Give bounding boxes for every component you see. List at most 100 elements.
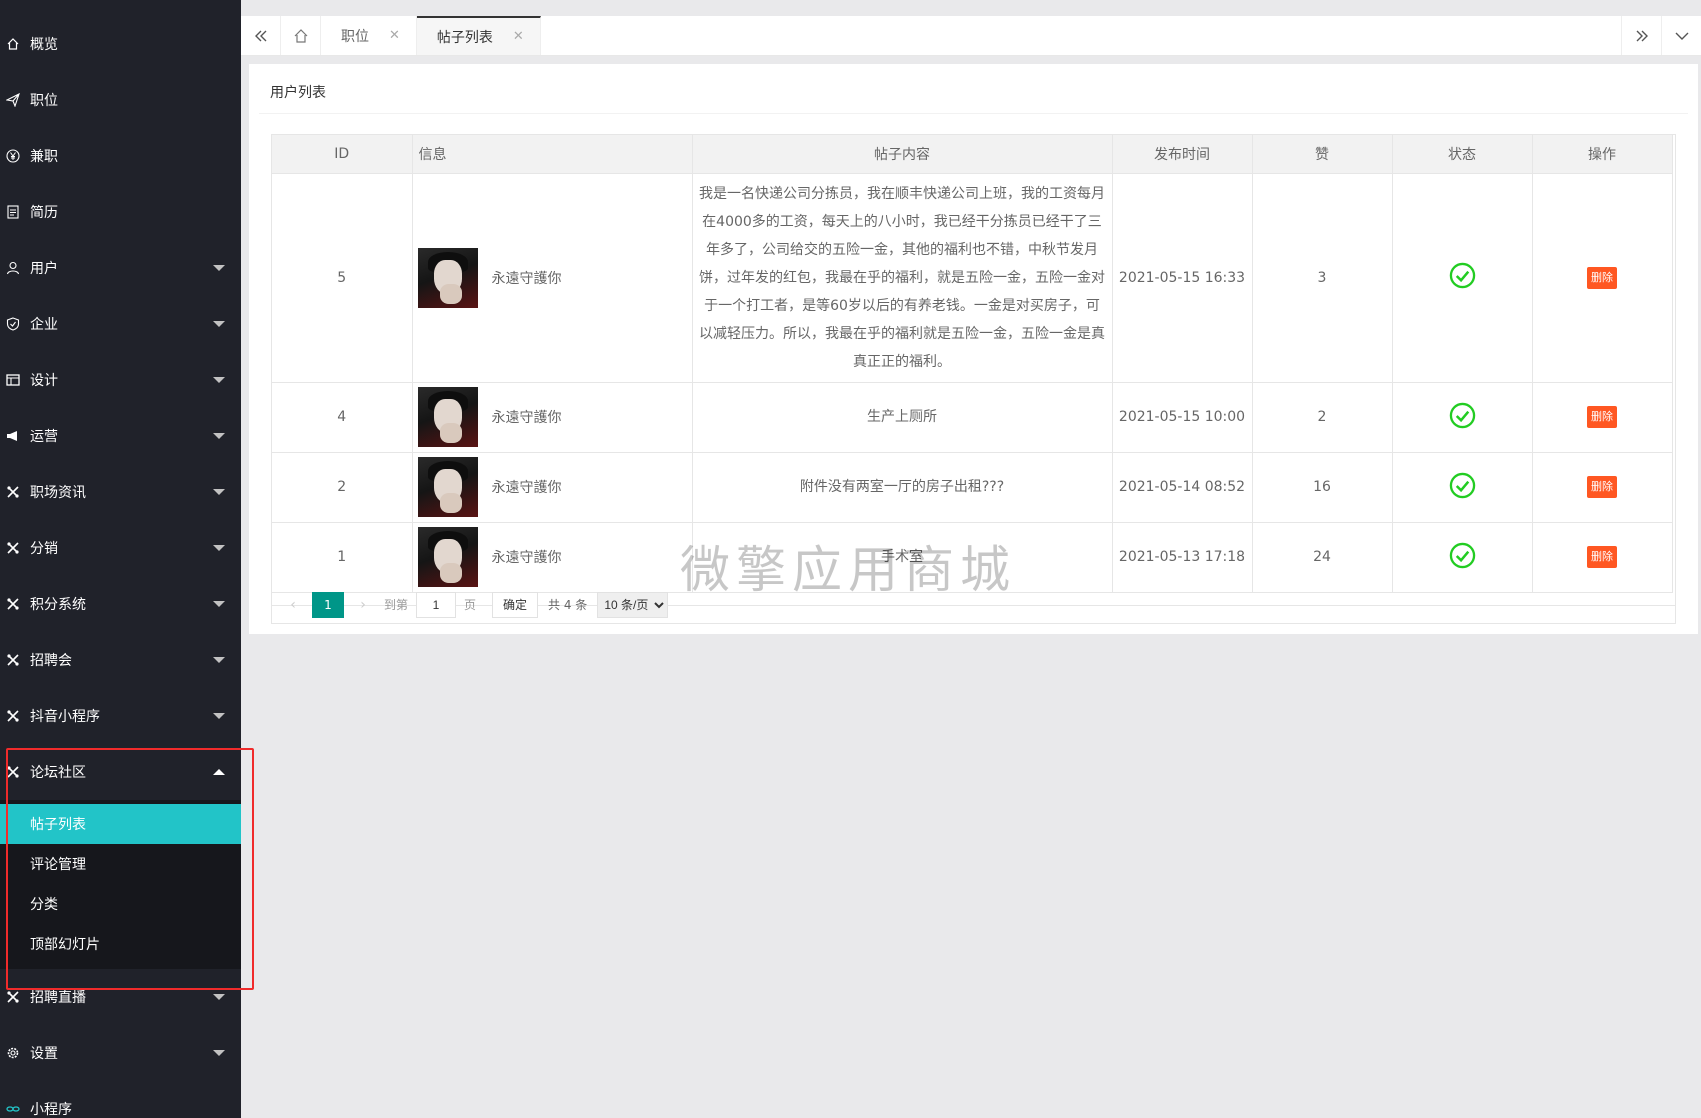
sidebar-item-label: 简历 bbox=[30, 205, 58, 221]
header-info[interactable]: 信息 bbox=[412, 135, 693, 174]
cell-id: 1 bbox=[272, 522, 413, 593]
link-icon bbox=[6, 1102, 20, 1116]
delete-button[interactable]: 删除 bbox=[1587, 546, 1617, 568]
home-icon bbox=[6, 37, 20, 51]
cell-content: 我是一名快递公司分拣员，我在顺丰快递公司上班，我的工资每月在4000多的工资，每… bbox=[692, 173, 1113, 383]
sidebar-item-label: 运营 bbox=[30, 429, 58, 445]
submenu-item[interactable]: 顶部幻灯片 bbox=[0, 924, 241, 964]
sidebar-item[interactable]: 抖音小程序 bbox=[0, 688, 241, 744]
double-chevron-right-icon bbox=[1636, 30, 1648, 41]
delete-button[interactable]: 删除 bbox=[1587, 406, 1617, 428]
header-id[interactable]: ID bbox=[272, 135, 413, 174]
sidebar-item[interactable]: 小程序 bbox=[0, 1081, 241, 1118]
cell-time: 2021-05-14 08:52 bbox=[1112, 452, 1253, 523]
info-wrapper: 永遠守護你 bbox=[417, 457, 692, 517]
sidebar-item-label: 招聘会 bbox=[30, 653, 72, 669]
sidebar-item[interactable]: 简历 bbox=[0, 184, 241, 240]
caret-up-icon bbox=[213, 769, 225, 775]
submenu-item[interactable]: 分类 bbox=[0, 884, 241, 924]
cell-content: 附件没有两室一厅的房子出租??? bbox=[692, 452, 1113, 523]
confirm-page-button[interactable]: 确定 bbox=[492, 591, 539, 618]
document-icon bbox=[6, 205, 20, 219]
forum-submenu: 帖子列表 评论管理 分类 顶部幻灯片 bbox=[0, 800, 241, 969]
check-circle-icon[interactable] bbox=[1449, 262, 1476, 289]
sidebar-item[interactable]: 招聘直播 bbox=[0, 969, 241, 1025]
check-circle-icon[interactable] bbox=[1449, 542, 1476, 569]
next-page-icon[interactable]: › bbox=[350, 597, 376, 613]
yen-icon bbox=[6, 149, 20, 163]
delete-button[interactable]: 删除 bbox=[1587, 266, 1617, 289]
table-row: 5 永遠守護你 我是一名快递公司分拣员，我在顺丰快递公司上班，我的工资每月在4000… bbox=[272, 173, 1673, 383]
cell-likes: 16 bbox=[1252, 452, 1393, 523]
tab-bar: 职位 ✕ 帖子列表 ✕ bbox=[241, 16, 1701, 56]
sidebar-item[interactable]: 招聘会 bbox=[0, 632, 241, 688]
tab-post-list[interactable]: 帖子列表 ✕ bbox=[416, 16, 541, 55]
page-number-current[interactable]: 1 bbox=[312, 591, 344, 618]
tab-home[interactable] bbox=[281, 16, 321, 55]
sidebar-item[interactable]: 分销 bbox=[0, 520, 241, 576]
sidebar-item-label: 招聘直播 bbox=[30, 990, 86, 1006]
sidebar-item-label: 积分系统 bbox=[30, 597, 86, 613]
bullhorn-icon bbox=[6, 429, 20, 443]
tab-label: 职位 bbox=[341, 28, 369, 45]
sidebar-top-spacer bbox=[0, 0, 241, 16]
layout-icon bbox=[6, 373, 20, 387]
total-count: 共 4 条 bbox=[548, 598, 588, 612]
caret-down-icon bbox=[213, 713, 225, 719]
info-wrapper: 永遠守護你 bbox=[417, 527, 692, 587]
avatar bbox=[417, 247, 478, 308]
scroll-tabs-right-button[interactable] bbox=[1621, 16, 1661, 55]
sidebar-item[interactable]: 积分系统 bbox=[0, 576, 241, 632]
submenu-item[interactable]: 帖子列表 bbox=[0, 804, 241, 844]
sidebar-item[interactable]: 用户 bbox=[0, 240, 241, 296]
sidebar-item[interactable]: 论坛社区 bbox=[0, 744, 241, 800]
table-row: 1 永遠守護你 手术室 2021-05-13 17:18 24 删除 bbox=[272, 522, 1673, 593]
sidebar-item[interactable]: 职位 bbox=[0, 72, 241, 128]
cell-content: 生产上厕所 bbox=[692, 382, 1113, 453]
header-status[interactable]: 状态 bbox=[1392, 135, 1533, 174]
page-size-select[interactable]: 10 条/页 bbox=[597, 591, 669, 618]
header-content[interactable]: 帖子内容 bbox=[692, 135, 1113, 174]
info-wrapper: 永遠守護你 bbox=[417, 387, 692, 447]
sidebar-item-label: 企业 bbox=[30, 317, 58, 333]
cell-id: 5 bbox=[272, 173, 413, 383]
sidebar-item[interactable]: 运营 bbox=[0, 408, 241, 464]
cell-action: 删除 bbox=[1532, 452, 1673, 523]
caret-down-icon bbox=[213, 545, 225, 551]
user-name: 永遠守護你 bbox=[491, 550, 562, 566]
pagination: ‹ 1 › 到第 页 确定 共 4 条 10 条/页 bbox=[271, 586, 1676, 624]
header-time[interactable]: 发布时间 bbox=[1112, 135, 1253, 174]
scroll-tabs-left-button[interactable] bbox=[241, 16, 281, 55]
sidebar-item-label: 小程序 bbox=[30, 1102, 72, 1118]
table-header-row: ID 信息 帖子内容 发布时间 赞 状态 操作 bbox=[272, 135, 1673, 174]
sidebar-item[interactable]: 概览 bbox=[0, 16, 241, 72]
check-circle-icon[interactable] bbox=[1449, 402, 1476, 429]
cell-action: 删除 bbox=[1532, 382, 1673, 453]
table-row: 2 永遠守護你 附件没有两室一厅的房子出租??? 2021-05-14 08:52 16… bbox=[272, 452, 1673, 523]
avatar bbox=[417, 457, 478, 517]
tab-options-button[interactable] bbox=[1661, 16, 1701, 55]
sidebar-item[interactable]: 设计 bbox=[0, 352, 241, 408]
tools-icon bbox=[6, 990, 20, 1004]
prev-page-icon[interactable]: ‹ bbox=[280, 597, 306, 613]
submenu-item[interactable]: 评论管理 bbox=[0, 844, 241, 884]
double-chevron-left-icon bbox=[254, 30, 266, 41]
tab-job[interactable]: 职位 ✕ bbox=[321, 16, 417, 55]
sidebar-item[interactable]: 设置 bbox=[0, 1025, 241, 1081]
check-circle-icon[interactable] bbox=[1449, 472, 1476, 499]
tools-icon bbox=[6, 541, 20, 555]
delete-button[interactable]: 删除 bbox=[1587, 476, 1617, 498]
sidebar-item[interactable]: 企业 bbox=[0, 296, 241, 352]
chevron-down-icon bbox=[1675, 32, 1688, 40]
caret-down-icon bbox=[213, 265, 225, 271]
page-jump-input[interactable] bbox=[416, 591, 457, 618]
sidebar-item[interactable]: 兼职 bbox=[0, 128, 241, 184]
header-likes[interactable]: 赞 bbox=[1252, 135, 1393, 174]
user-name: 永遠守護你 bbox=[491, 270, 562, 287]
close-icon[interactable]: ✕ bbox=[389, 28, 400, 43]
header-action[interactable]: 操作 bbox=[1532, 135, 1673, 174]
caret-down-icon bbox=[213, 321, 225, 327]
close-icon[interactable]: ✕ bbox=[513, 29, 524, 44]
sidebar-item[interactable]: 职场资讯 bbox=[0, 464, 241, 520]
caret-down-icon bbox=[213, 377, 225, 383]
